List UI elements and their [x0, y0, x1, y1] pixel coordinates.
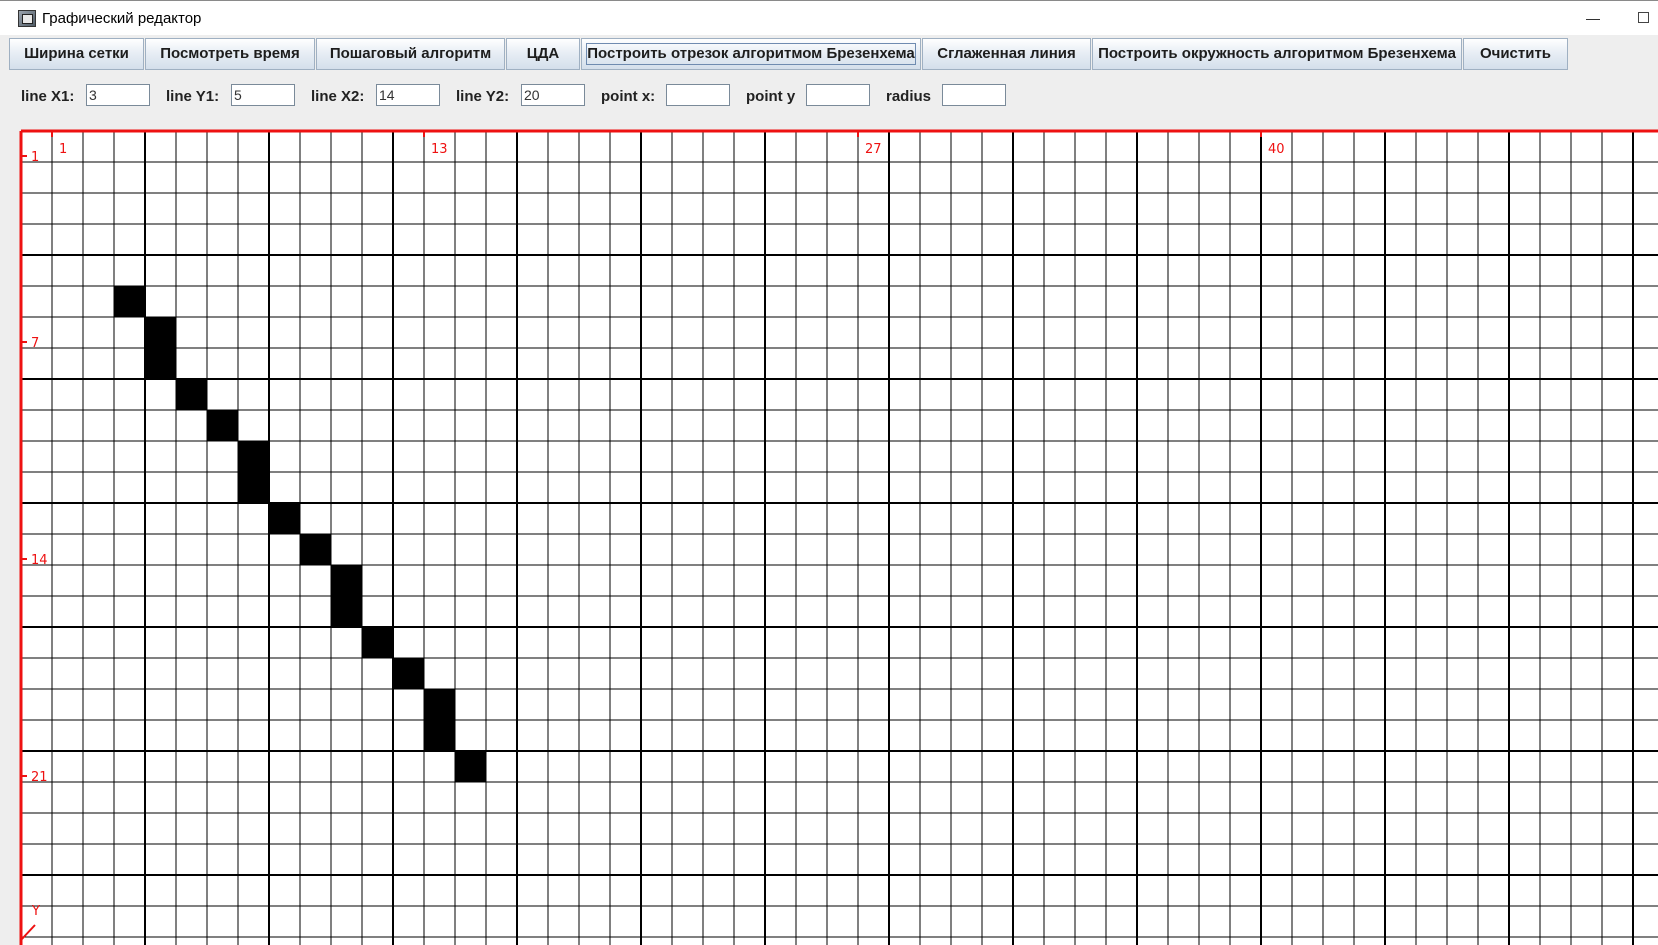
dda-button[interactable]: ЦДА — [506, 38, 580, 70]
line-y1-field[interactable] — [231, 84, 295, 106]
window-title: Графический редактор — [42, 10, 202, 27]
x-tick-label: 13 — [431, 142, 448, 157]
title-bar: Графический редактор — — [0, 0, 1658, 35]
point-x-field[interactable] — [666, 84, 730, 106]
line-x2-field[interactable] — [376, 84, 440, 106]
point-x-label: point x: — [601, 88, 656, 105]
minimize-button[interactable]: — — [1578, 7, 1608, 29]
line-x1-field[interactable] — [86, 84, 150, 106]
y-axis-letter: Y — [31, 904, 40, 919]
y-tick-label: 7 — [31, 336, 39, 351]
plotted-cell — [331, 596, 362, 627]
x-tick-label: 40 — [1268, 142, 1285, 157]
smooth-line-button[interactable]: Сглаженная линия — [922, 38, 1091, 70]
window-left-edge — [0, 35, 9, 945]
point-y-label: point y — [746, 88, 796, 105]
maximize-button[interactable] — [1638, 12, 1649, 23]
plotted-cell — [238, 472, 269, 503]
grid-background — [21, 131, 1658, 945]
plotted-cell — [145, 348, 176, 379]
toolbar: Ширина сетки Посмотреть время Пошаговый … — [9, 38, 1658, 71]
x-tick-label: 27 — [865, 142, 882, 157]
bresenham-circle-button[interactable]: Построить окружность алгоритмом Брезенхе… — [1092, 38, 1462, 70]
y-tick-label: 1 — [31, 150, 39, 165]
plotted-cell — [145, 317, 176, 348]
plotted-cell — [393, 658, 424, 689]
plotted-cell — [207, 410, 238, 441]
plotted-cell — [114, 286, 145, 317]
plotted-cell — [331, 565, 362, 596]
drawing-canvas[interactable]: 1 13 27 40 1 7 14 21 Y — [9, 127, 1658, 945]
view-time-button[interactable]: Посмотреть время — [145, 38, 315, 70]
x-tick-label: 1 — [59, 142, 67, 157]
app-icon — [18, 10, 36, 27]
clear-button[interactable]: Очистить — [1463, 38, 1568, 70]
y-tick-label: 14 — [31, 553, 48, 568]
params-row: line X1: line Y1: line X2: line Y2: poin… — [0, 82, 1658, 112]
point-y-field[interactable] — [806, 84, 870, 106]
plotted-cell — [238, 441, 269, 472]
plotted-cell — [455, 751, 486, 782]
plotted-cell — [362, 627, 393, 658]
line-y2-field[interactable] — [521, 84, 585, 106]
plotted-cell — [300, 534, 331, 565]
plotted-cell — [176, 379, 207, 410]
plotted-cell — [269, 503, 300, 534]
radius-field[interactable] — [942, 84, 1006, 106]
plotted-cell — [424, 689, 455, 720]
bresenham-line-button[interactable]: Построить отрезок алгоритмом Брезенхема — [581, 38, 921, 70]
line-y1-label: line Y1: — [166, 88, 220, 105]
line-y2-label: line Y2: — [456, 88, 510, 105]
line-x1-label: line X1: — [21, 88, 75, 105]
pixel-grid[interactable]: 1 13 27 40 1 7 14 21 Y — [9, 127, 1658, 945]
plotted-cell — [424, 720, 455, 751]
line-x2-label: line X2: — [311, 88, 365, 105]
radius-label: radius — [886, 88, 932, 105]
step-algorithm-button[interactable]: Пошаговый алгоритм — [316, 38, 505, 70]
grid-width-button[interactable]: Ширина сетки — [9, 38, 144, 70]
y-tick-label: 21 — [31, 770, 48, 785]
